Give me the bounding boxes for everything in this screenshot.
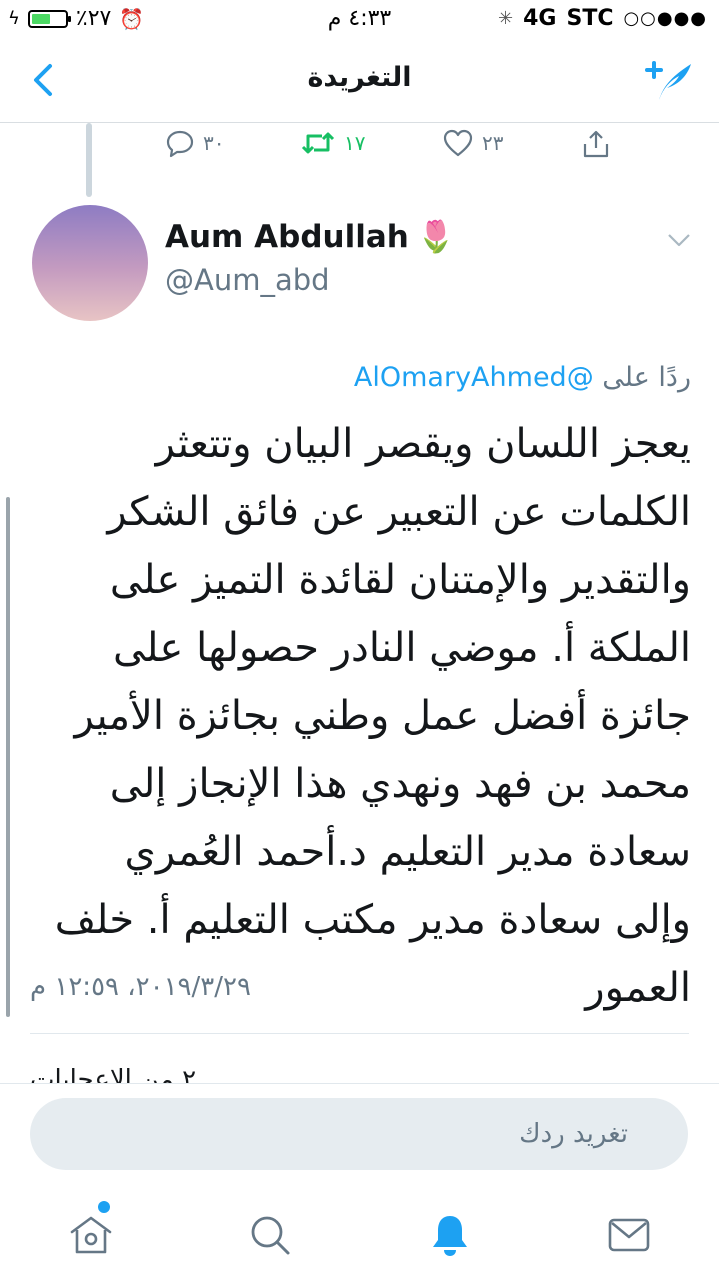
- carrier-name: STC: [566, 6, 614, 31]
- author-name[interactable]: Aum Abdullah 🌷: [165, 218, 456, 256]
- chevron-down-icon[interactable]: [666, 230, 692, 250]
- reply-input[interactable]: [30, 1098, 688, 1170]
- status-bar: ϟ ٪٢٧ ⏰ ٤:٣٣ م ✳ 4G STC ○○●●●: [0, 0, 719, 40]
- tweet-text: يعجز اللسان ويقصر البيان وتتعثر الكلمات …: [54, 421, 691, 1011]
- reply-icon: [166, 130, 194, 158]
- home-notification-dot: [98, 1201, 110, 1213]
- home-icon[interactable]: [66, 1210, 116, 1260]
- reply-button[interactable]: ٣٠: [165, 128, 224, 158]
- avatar[interactable]: [32, 205, 148, 321]
- nav-bar: التغريدة: [0, 40, 719, 123]
- author-name-text: Aum Abdullah: [165, 218, 409, 255]
- network-type: 4G: [523, 6, 557, 31]
- compose-tweet-icon[interactable]: [643, 58, 695, 104]
- signal-icon: ○○●●●: [623, 8, 707, 29]
- notifications-icon[interactable]: [425, 1210, 475, 1260]
- like-count: ٢٣: [482, 131, 504, 155]
- reply-mention-link[interactable]: @AlOmaryAhmed: [354, 362, 594, 393]
- share-button[interactable]: [580, 128, 612, 160]
- messages-icon[interactable]: [604, 1210, 654, 1260]
- divider: [30, 1033, 689, 1034]
- reply-prefix: ردًا على: [602, 362, 691, 393]
- retweet-icon: [301, 132, 335, 154]
- retweet-count: ١٧: [344, 131, 366, 155]
- reply-composer: [0, 1083, 719, 1188]
- parent-tweet-actions: ٣٠ ١٧ ٢٣: [0, 128, 719, 168]
- share-icon: [583, 130, 609, 158]
- retweet-button[interactable]: ١٧: [300, 128, 365, 158]
- search-icon[interactable]: [245, 1210, 295, 1260]
- like-button[interactable]: ٢٣: [442, 128, 503, 158]
- status-right: ✳ 4G STC ○○●●●: [498, 6, 707, 31]
- tulip-emoji: 🌷: [416, 219, 456, 255]
- scrollbar[interactable]: [6, 497, 10, 1017]
- loading-icon: ✳: [498, 8, 514, 29]
- page-title: التغريدة: [307, 62, 412, 93]
- likes-summary[interactable]: ٢ من الإعجابات: [30, 1060, 196, 1084]
- reply-context: ردًا على @AlOmaryAhmed: [354, 362, 691, 393]
- tweet-timestamp: ٢٠١٩/٣/٢٩، ١٢:٥٩ م: [30, 972, 251, 1002]
- heart-icon: [443, 129, 473, 157]
- author-handle[interactable]: @Aum_abd: [165, 263, 330, 297]
- reply-count: ٣٠: [203, 131, 225, 155]
